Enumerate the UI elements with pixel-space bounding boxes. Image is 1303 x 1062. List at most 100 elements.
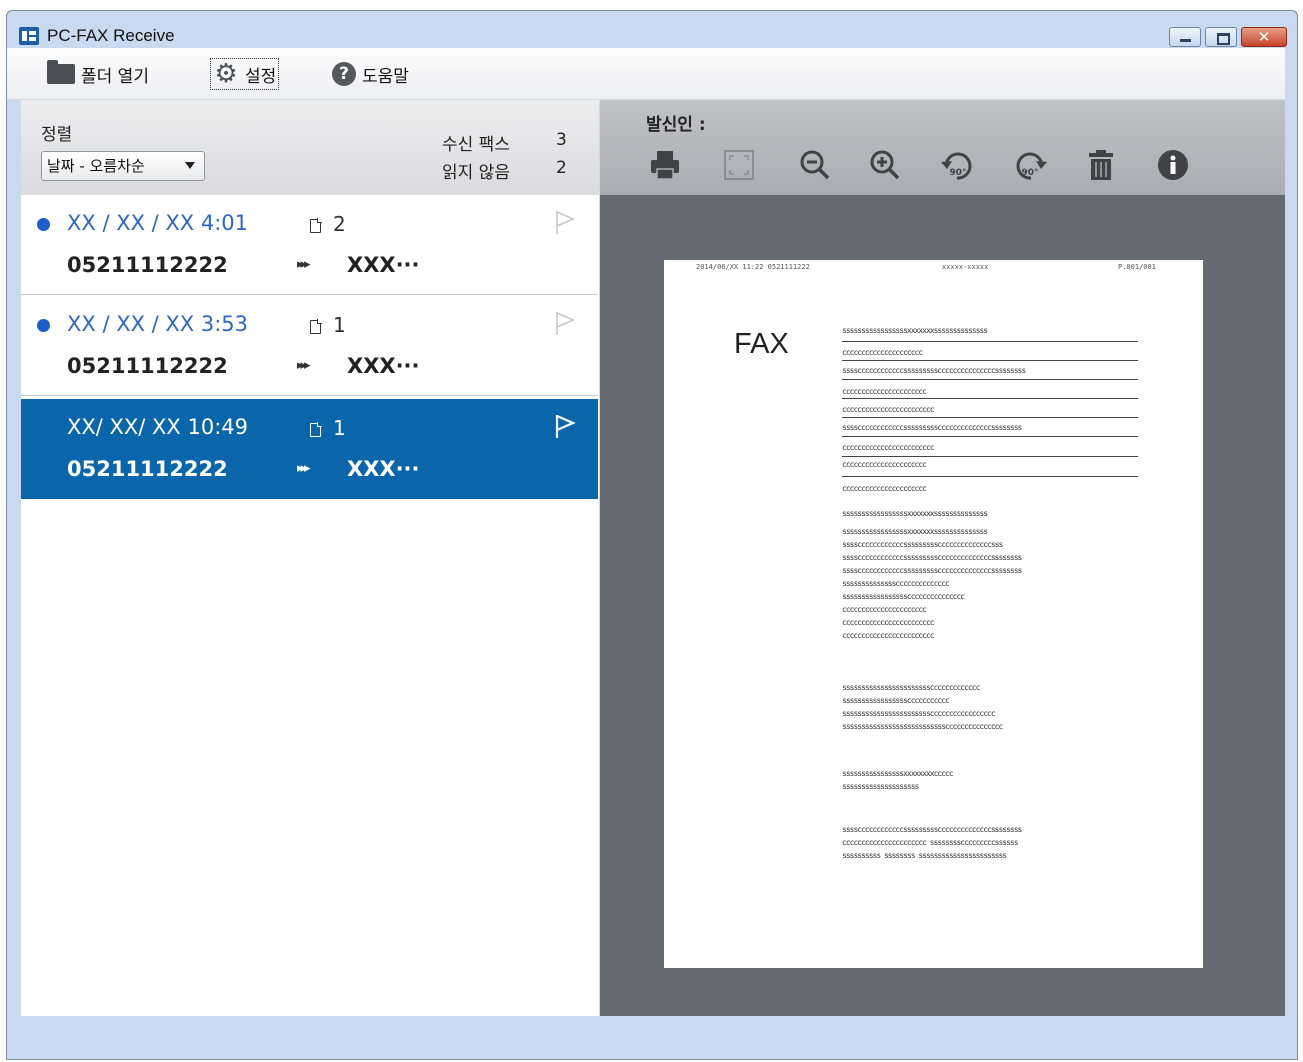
sort-label: 정렬 xyxy=(41,125,73,145)
help-icon: ? xyxy=(332,62,356,86)
arrow-icon: ▸▸▸ xyxy=(297,461,310,476)
fax-page-text-line: ssssccccccccccccsssssssssccccccccccccccs… xyxy=(842,553,1022,562)
fax-page-text-line: cccccccccccccccccccccc xyxy=(842,387,927,396)
info-icon xyxy=(1158,150,1188,180)
fax-page-text-line: sssssssssssssssssssssssccccccccccccccccc xyxy=(842,709,996,718)
settings-button[interactable]: ⚙ 설정 xyxy=(210,58,280,90)
fax-page-preview[interactable]: 2014/06/XX 11:22 0521111222 xxxxx-xxxxx … xyxy=(664,260,1203,968)
fax-page-text-line: sssssssssssssssssssssssccccccccccccc xyxy=(842,683,980,692)
arrow-icon: ▸▸▸ xyxy=(297,358,310,373)
fax-page-rule xyxy=(842,360,1138,361)
rotate-left-button[interactable]: 90° xyxy=(940,148,974,182)
flag-icon[interactable] xyxy=(554,209,576,235)
fax-page-text-line: ssssccccccccccccsssssssssccccccccccccccs… xyxy=(842,566,1022,575)
app-icon xyxy=(19,27,39,45)
rotate-right-label: 90° xyxy=(1021,168,1038,178)
fax-page-text-line: ssssccccccccccccsssssssssccccccccccccccc… xyxy=(842,366,1026,375)
fax-page-count: 1 xyxy=(333,313,346,337)
fax-number: 05211112222 xyxy=(67,457,228,481)
fax-page-text-line: ccccccccccccccccccccc xyxy=(842,348,923,357)
unread-count: 2 xyxy=(556,158,567,178)
maximize-button[interactable] xyxy=(1205,27,1237,47)
fax-page-rule xyxy=(842,456,1138,457)
fax-page-title: FAX xyxy=(734,328,789,360)
close-button[interactable]: ✕ xyxy=(1241,27,1287,47)
fax-number: 05211112222 xyxy=(67,253,228,277)
fax-page-text-line: sssssssssssssscccccccccccccc xyxy=(842,579,950,588)
fax-page-rule xyxy=(842,398,1138,399)
arrow-icon: ▸▸▸ xyxy=(297,257,310,272)
close-icon: ✕ xyxy=(1257,28,1271,46)
zoom-out-button[interactable] xyxy=(798,148,832,182)
fax-page-text-line: cccccccccccccccccccccc xyxy=(842,460,927,469)
fax-page-text-line: sssssssssssssssssxxxxxxxssssssssssssss xyxy=(842,527,988,536)
fax-page-text-line: sssssssssssssssssccccccccccc xyxy=(842,696,950,705)
fax-page-text-line: ssssccccccccccccsssssssssccccccccccccccs… xyxy=(842,423,1022,432)
sort-dropdown[interactable]: 날짜 - 오름차순 xyxy=(41,151,205,181)
fax-date: XX / XX / XX 4:01 xyxy=(67,211,249,235)
zoom-in-button[interactable] xyxy=(868,148,902,182)
help-label: 도움말 xyxy=(362,66,409,87)
fax-number: 05211112222 xyxy=(67,354,228,378)
page-icon xyxy=(310,319,322,334)
info-button[interactable] xyxy=(1156,148,1190,182)
fax-page-text-line: cccccccccccccccccccccccc xyxy=(842,443,935,452)
fax-list-header: 정렬 날짜 - 오름차순 수신 팩스 3 읽지 않음 2 xyxy=(21,100,599,195)
fax-page-rule xyxy=(842,417,1138,418)
help-button[interactable]: ? 도움말 xyxy=(332,58,409,90)
fax-list-item[interactable]: XX / XX / XX 3:53 1 05211112222 ▸▸▸ XXX·… xyxy=(21,296,598,396)
fax-page-text-line: ssssccccccccccccsssssssssccccccccccccccs… xyxy=(842,540,1003,549)
received-fax-label: 수신 팩스 xyxy=(442,135,510,155)
zoom-in-icon xyxy=(870,150,900,180)
fit-page-button[interactable] xyxy=(722,148,756,182)
fax-page-header-center: xxxxx-xxxxx xyxy=(942,263,989,271)
page-icon xyxy=(310,422,322,437)
fax-page-text-line: ssssssssssssssssssss xyxy=(842,782,919,791)
delete-icon xyxy=(1089,150,1113,180)
window-title: PC-FAX Receive xyxy=(47,26,175,45)
chevron-down-icon xyxy=(185,162,195,169)
rotate-left-90-icon: 90° xyxy=(941,152,972,180)
minimize-button[interactable] xyxy=(1169,27,1201,47)
rotate-right-90-icon: 90° xyxy=(1016,152,1047,180)
rotate-left-label: 90° xyxy=(949,168,966,178)
folder-icon xyxy=(47,60,75,84)
fax-page-text-line: ssssccccccccccccsssssssssccccccccccccccs… xyxy=(842,825,1022,834)
print-button[interactable] xyxy=(648,148,682,182)
open-folder-button[interactable]: 폴더 열기 xyxy=(47,58,149,90)
fax-date: XX / XX / XX 3:53 xyxy=(67,312,249,336)
zoom-out-icon xyxy=(800,150,830,180)
fax-list-item-selected[interactable]: XX/ XX/ XX 10:49 1 05211112222 ▸▸▸ XXX··… xyxy=(21,399,598,499)
fax-page-rule xyxy=(842,379,1138,380)
fax-preview-panel: 발신인 : 90° 90° 2014/06/XX 11:22 052111122… xyxy=(600,100,1285,1016)
fax-page-text-line: cccccccccccccccccccccccc xyxy=(842,405,935,414)
window-controls: ✕ xyxy=(1169,27,1287,47)
fax-list-item[interactable]: XX / XX / XX 4:01 2 05211112222 ▸▸▸ XXX·… xyxy=(21,195,598,295)
fax-page-text-line: sssssssssssssssssxxxxxxxssssssssssssss xyxy=(842,509,988,518)
unread-indicator xyxy=(37,218,50,231)
fax-page-text-line: cccccccccccccccccccccccc xyxy=(842,618,935,627)
settings-label: 설정 xyxy=(245,66,277,87)
delete-button[interactable] xyxy=(1084,148,1118,182)
fax-page-text-line: sssssssssssssssssccccccccccccccc xyxy=(842,592,965,601)
fax-page-text-line: cccccccccccccccccccccccc xyxy=(842,631,935,640)
fax-sender: XXX··· xyxy=(347,457,420,481)
menu-bar: 폴더 열기 ⚙ 설정 ? 도움말 xyxy=(7,48,1285,100)
fax-page-text-line: cccccccccccccccccccccc xyxy=(842,605,927,614)
preview-toolbar: 발신인 : 90° 90° xyxy=(600,100,1285,195)
flag-icon[interactable] xyxy=(554,413,576,439)
rotate-right-button[interactable]: 90° xyxy=(1014,148,1048,182)
fit-page-icon xyxy=(724,150,754,180)
fax-sender: XXX··· xyxy=(347,354,420,378)
fax-page-count: 1 xyxy=(333,416,346,440)
print-icon xyxy=(651,151,679,180)
fax-page-header-left: 2014/06/XX 11:22 0521111222 xyxy=(696,263,810,271)
fax-page-rule xyxy=(842,436,1138,437)
fax-page-text-line: sssssssssssssssssxxxxxxxssssssssssssss xyxy=(842,326,988,335)
received-fax-count: 3 xyxy=(556,130,567,150)
gear-icon: ⚙ xyxy=(214,59,238,89)
flag-icon[interactable] xyxy=(554,310,576,336)
page-icon xyxy=(310,218,322,233)
sort-selected-value: 날짜 - 오름차순 xyxy=(47,157,145,175)
open-folder-label: 폴더 열기 xyxy=(81,66,149,87)
